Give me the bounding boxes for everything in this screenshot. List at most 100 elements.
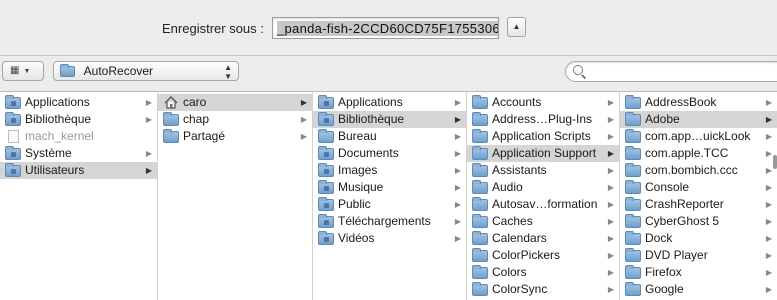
list-item[interactable]: Colors ▶ [467,264,619,281]
list-item-label: Firefox [645,265,682,279]
list-item[interactable]: caro ▶ [158,94,312,111]
file-icon [8,130,19,143]
column-app-support[interactable]: AddressBook ▶ Adobe ▶ com.app…uickLook ▶ com.a… [620,92,777,300]
list-item[interactable]: Accounts ▶ [467,94,619,111]
list-item[interactable]: com.apple.TCC ▶ [620,145,777,162]
stepper-arrows-icon: ▲ ▼ [224,63,232,81]
list-item[interactable]: CrashReporter ▶ [620,196,777,213]
search-input[interactable] [588,63,773,80]
music-folder-icon [318,180,334,194]
list-item[interactable]: Bibliothèque ▶ [0,111,157,128]
filename-text[interactable]: _panda-fish-2CCD60CD75F1755306 [277,21,498,36]
list-item-label: Application Support [492,146,597,160]
folder-icon [472,180,488,194]
public-folder-icon [318,197,334,211]
column-home[interactable]: Applications ▶ Bibliothèque ▶ Bureau ▶ Documen… [313,92,467,300]
list-item[interactable]: Audio ▶ [467,179,619,196]
list-item[interactable]: com.bombich.ccc ▶ [620,162,777,179]
column-root[interactable]: Applications ▶ Bibliothèque ▶ mach_kernel Sys… [0,92,158,300]
list-item[interactable]: Système ▶ [0,145,157,162]
list-item[interactable]: CyberGhost 5 ▶ [620,213,777,230]
list-item[interactable]: Vidéos ▶ [313,230,466,247]
list-item[interactable]: Application Support ▶ [467,145,619,162]
list-item[interactable]: Adobe ▶ [620,111,777,128]
chevron-right-icon: ▶ [454,234,461,243]
list-item[interactable]: Musique ▶ [313,179,466,196]
documents-folder-icon [318,146,334,160]
list-item-label: DVD Player [645,248,708,262]
list-item[interactable]: com.app…uickLook ▶ [620,128,777,145]
list-item[interactable]: Bibliothèque ▶ [313,111,466,128]
list-item-label: Autosav…formation [492,197,598,211]
folder-icon [625,248,641,262]
folder-icon [472,265,488,279]
chevron-right-icon: ▶ [145,98,152,107]
movies-folder-icon [318,231,334,245]
list-item[interactable]: mach_kernel [0,128,157,145]
home-icon [164,96,178,109]
list-item[interactable]: Public ▶ [313,196,466,213]
list-item-label: Applications [338,95,403,109]
downloads-folder-icon [318,214,334,228]
list-item-label: Console [645,180,690,194]
list-item[interactable]: ColorPickers ▶ [467,247,619,264]
collapse-panel-button[interactable]: ▲ [507,17,526,37]
list-item[interactable]: Firefox ▶ [620,264,777,281]
list-item[interactable]: Calendars ▶ [467,230,619,247]
list-item-label: Assistants [492,163,547,177]
list-item[interactable]: Documents ▶ [313,145,466,162]
list-item[interactable]: DVD Player ▶ [620,247,777,264]
folder-icon [625,180,641,194]
chevron-right-icon: ▶ [454,132,461,141]
list-item[interactable]: Caches ▶ [467,213,619,230]
chevron-right-icon: ▶ [607,132,614,141]
list-item[interactable]: Google ▶ [620,281,777,298]
chevron-right-icon: ▶ [765,132,772,141]
chevron-right-icon: ▶ [300,132,307,141]
list-item[interactable]: Utilisateurs ▶ [0,162,157,179]
list-item[interactable]: chap ▶ [158,111,312,128]
list-item-label: Caches [492,214,533,228]
chevron-right-icon: ▶ [454,149,461,158]
location-popup[interactable]: AutoRecover ▲ ▼ [53,61,239,81]
list-item-label: Google [645,282,684,296]
column-browser: Applications ▶ Bibliothèque ▶ mach_kernel Sys… [0,91,777,300]
chevron-right-icon: ▶ [765,149,772,158]
view-mode-button[interactable]: ▦ ▼ [2,61,44,81]
chevron-right-icon: ▶ [145,115,152,124]
list-item[interactable]: Dock ▶ [620,230,777,247]
list-item[interactable]: Assistants ▶ [467,162,619,179]
users-folder-icon [5,163,21,177]
scrollbar[interactable] [773,155,777,169]
list-item[interactable]: Address…Plug-Ins ▶ [467,111,619,128]
list-item[interactable]: Applications ▶ [0,94,157,111]
chevron-right-icon: ▶ [454,217,461,226]
chevron-right-icon: ▶ [765,268,772,277]
column-view-icon: ▦ [10,65,20,76]
list-item[interactable]: Bureau ▶ [313,128,466,145]
folder-icon [472,146,488,160]
list-item[interactable]: ColorSync ▶ [467,281,619,298]
list-item-label: Partagé [183,129,226,143]
folder-icon [625,112,641,126]
list-item[interactable]: Images ▶ [313,162,466,179]
column-users[interactable]: caro ▶ chap ▶ Partagé ▶ [158,92,313,300]
list-item[interactable]: Application Scripts ▶ [467,128,619,145]
list-item-label: ColorPickers [492,248,561,262]
app-folder-icon [318,95,334,109]
column-library[interactable]: Accounts ▶ Address…Plug-Ins ▶ Application Sc… [467,92,620,300]
chevron-right-icon: ▶ [765,115,772,124]
list-item[interactable]: AddressBook ▶ [620,94,777,111]
list-item-label: ColorSync [492,282,548,296]
list-item[interactable]: Console ▶ [620,179,777,196]
folder-icon [472,214,488,228]
list-item[interactable]: Autosav…formation ▶ [467,196,619,213]
list-item[interactable]: Applications ▶ [313,94,466,111]
list-item-label: chap [183,112,210,126]
list-item[interactable]: Téléchargements ▶ [313,213,466,230]
folder-icon [625,146,641,160]
filename-field[interactable]: _panda-fish-2CCD60CD75F1755306 [272,17,499,39]
list-item[interactable]: Partagé ▶ [158,128,312,145]
search-field[interactable] [565,61,777,82]
search-icon [573,65,583,75]
